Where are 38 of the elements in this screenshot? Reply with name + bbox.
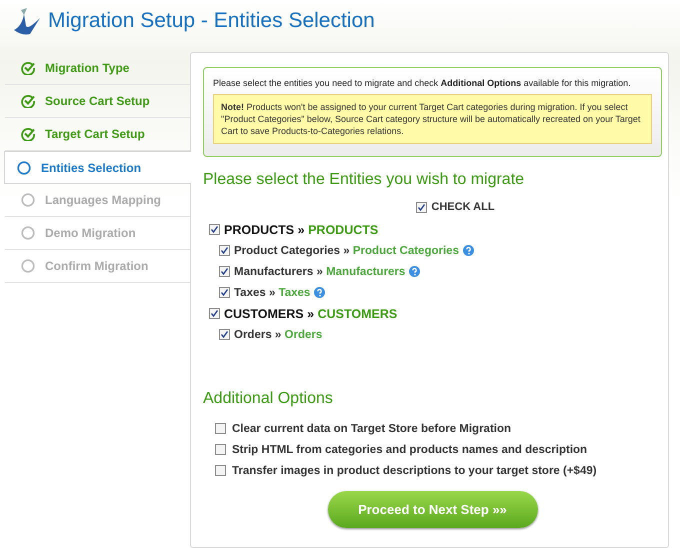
section-heading: Additional Options xyxy=(203,390,334,408)
check-all-label: CHECK ALL xyxy=(431,201,495,214)
check-circle-icon xyxy=(21,94,35,108)
logo-icon xyxy=(12,6,42,36)
checkbox[interactable] xyxy=(209,308,220,320)
check-circle-icon xyxy=(21,61,35,75)
circle-icon xyxy=(17,160,31,174)
entity-label: Orders » Orders xyxy=(234,328,322,341)
checkbox[interactable] xyxy=(219,245,230,256)
help-icon[interactable] xyxy=(314,287,326,298)
checkbox[interactable] xyxy=(416,202,428,213)
checkbox[interactable] xyxy=(215,444,226,456)
help-icon[interactable] xyxy=(462,245,474,256)
option-label: Strip HTML from categories and products names and description xyxy=(232,444,588,456)
entity-label: Manufacturers » Manufacturers xyxy=(234,266,406,278)
info-text: Please select the entities you need to migrate and check Additional Options available for this migration. xyxy=(213,78,632,88)
option-label: Transfer images in product descriptions to your target store (+$49) xyxy=(232,464,597,477)
help-icon[interactable] xyxy=(409,266,420,278)
checkbox[interactable] xyxy=(209,224,220,236)
circle-icon xyxy=(21,226,35,240)
page-title: Migration Setup - Entities Selection xyxy=(48,9,375,33)
checkbox[interactable] xyxy=(219,287,230,298)
checkbox[interactable] xyxy=(215,423,226,434)
entity-label: PRODUCTS » PRODUCTS xyxy=(224,222,378,237)
entity-label: Product Categories » Product Categories xyxy=(234,244,459,257)
check-circle-icon xyxy=(21,127,35,141)
wizard-step[interactable]: Entities Selection xyxy=(4,151,191,184)
circle-icon xyxy=(21,259,35,273)
circle-icon xyxy=(21,193,35,207)
section-heading: Please select the Entities you wish to migrate xyxy=(203,171,526,190)
proceed-button[interactable]: Proceed to Next Step »» xyxy=(328,491,538,528)
checkbox[interactable] xyxy=(215,465,226,476)
entity-label: Taxes » Taxes xyxy=(234,286,310,299)
entity-label: CUSTOMERS » CUSTOMERS xyxy=(224,306,398,321)
checkbox[interactable] xyxy=(219,266,230,278)
option-label: Clear current data on Target Store before Migration xyxy=(232,422,512,435)
note-text: Note! Products won't be assigned to your current Target Cart categories during migration. If you select "Product Categories" below, Source Cart category structure will be automatically recreated on your Target Cart to save Products-to-Categories relations. xyxy=(213,94,652,144)
checkbox[interactable] xyxy=(219,329,230,340)
